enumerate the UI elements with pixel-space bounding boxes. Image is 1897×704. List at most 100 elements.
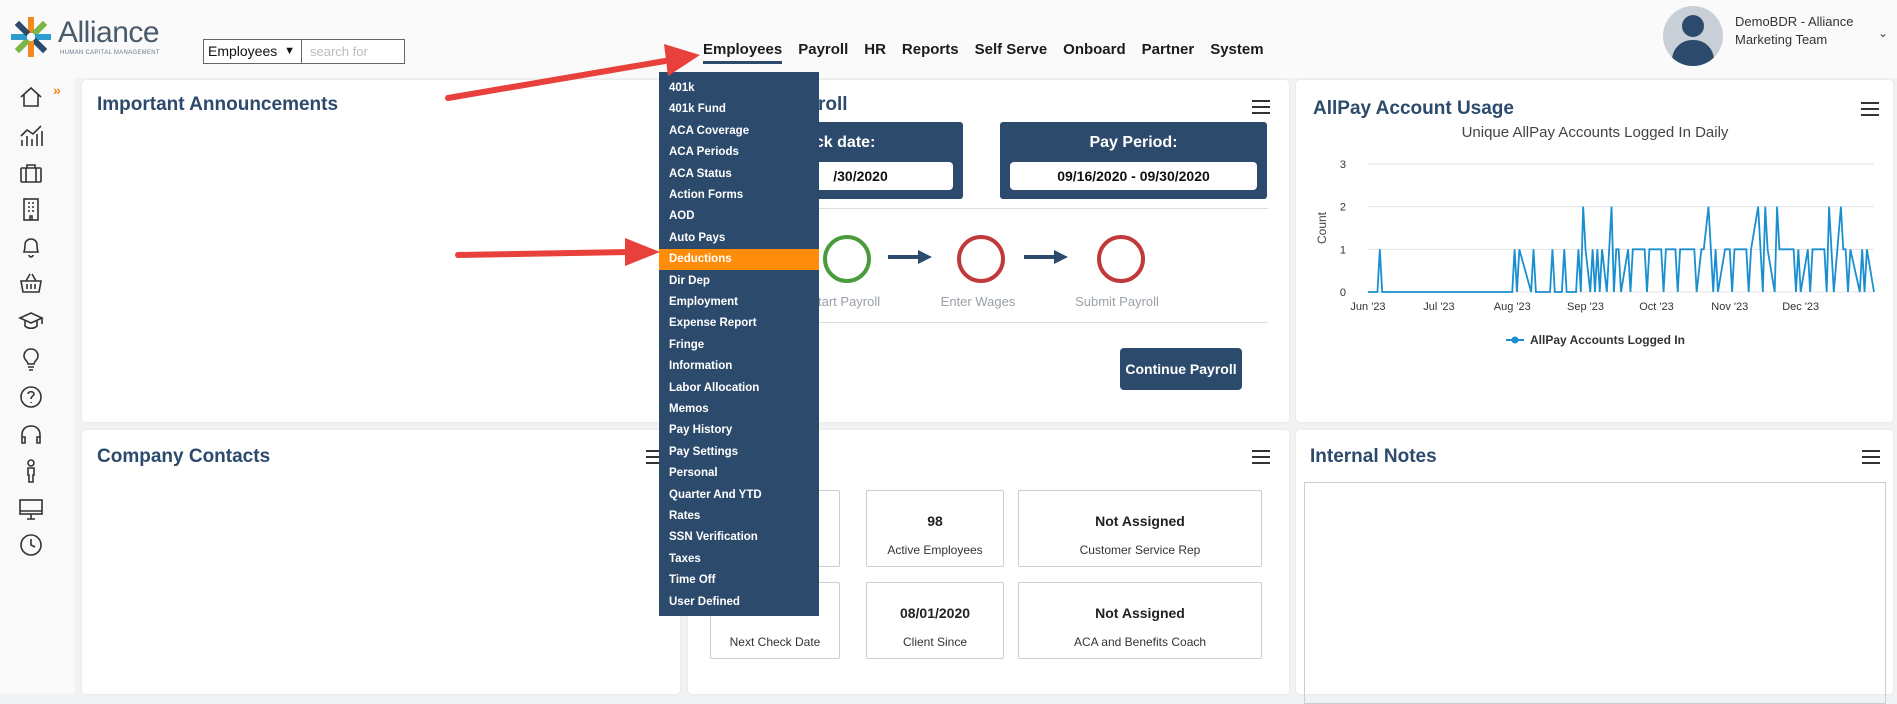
payroll-menu-icon[interactable]	[1252, 100, 1270, 118]
dropdown-item-deductions[interactable]: Deductions	[659, 249, 819, 271]
stat-client-since: 08/01/2020 Client Since	[866, 582, 1004, 659]
graduation-cap-icon[interactable]	[18, 308, 44, 334]
dropdown-item-aca-status[interactable]: ACA Status	[659, 164, 819, 185]
nav-partner[interactable]: Partner	[1142, 41, 1195, 64]
stat-value: 08/01/2020	[899, 605, 971, 621]
dropdown-item-taxes[interactable]: Taxes	[659, 549, 819, 570]
logo-text: Alliance	[58, 16, 160, 49]
clock-icon[interactable]	[18, 532, 44, 558]
stat-active-employees: 98 Active Employees	[866, 490, 1004, 567]
dropdown-item-labor-allocation[interactable]: Labor Allocation	[659, 378, 819, 399]
dropdown-item-pay-settings[interactable]: Pay Settings	[659, 442, 819, 463]
notes-menu-icon[interactable]	[1862, 450, 1880, 468]
nav-payroll[interactable]: Payroll	[798, 41, 848, 64]
usage-line-chart: 0 1 2 3 Count Jun '23 Jul '23 Aug '23 Sep '23 Oct…	[1315, 159, 1875, 347]
dropdown-item-information[interactable]: Information	[659, 356, 819, 377]
dropdown-item-personal[interactable]: Personal	[659, 463, 819, 484]
divider	[808, 208, 1268, 209]
dropdown-item-ssn-verification[interactable]: SSN Verification	[659, 527, 819, 548]
step-start-payroll-label: tart Payroll	[818, 294, 881, 309]
divider	[808, 322, 1268, 323]
step-submit-payroll-circle[interactable]	[1097, 235, 1145, 283]
dropdown-item-rates[interactable]: Rates	[659, 506, 819, 527]
pay-period-label: Pay Period:	[1089, 134, 1178, 151]
continue-payroll-button[interactable]: Continue Payroll	[1120, 348, 1242, 390]
home-icon[interactable]	[18, 84, 44, 110]
top-header: Alliance HUMAN CAPITAL MANAGEMENT Employ…	[0, 0, 1897, 78]
dropdown-item-employment[interactable]: Employment	[659, 292, 819, 313]
usage-menu-icon[interactable]	[1861, 102, 1879, 120]
y-tick-label: 1	[1340, 244, 1346, 256]
pay-period-box: Pay Period: 09/16/2020 - 09/30/2020	[1000, 122, 1267, 199]
nav-system[interactable]: System	[1210, 41, 1263, 64]
chevron-down-icon[interactable]: ⌄	[1878, 26, 1888, 40]
help-icon[interactable]	[18, 384, 44, 410]
stat-value: 98	[927, 513, 943, 529]
expand-sidebar-icon[interactable]: »	[53, 82, 61, 98]
dropdown-item-auto-pays[interactable]: Auto Pays	[659, 228, 819, 249]
dropdown-item-pay-history[interactable]: Pay History	[659, 420, 819, 441]
stat-value: Not Assigned	[1095, 513, 1185, 529]
nav-hr[interactable]: HR	[864, 41, 886, 64]
basket-icon[interactable]	[18, 270, 44, 296]
y-tick-label: 0	[1340, 287, 1346, 299]
dropdown-item-dir-dep[interactable]: Dir Dep	[659, 271, 819, 292]
lightbulb-icon[interactable]	[18, 346, 44, 372]
chevron-down-icon: ▼	[284, 45, 295, 57]
y-tick-label: 2	[1340, 202, 1346, 214]
dropdown-item-memos[interactable]: Memos	[659, 399, 819, 420]
dropdown-item-time-off[interactable]: Time Off	[659, 570, 819, 591]
step-enter-wages-circle[interactable]	[957, 235, 1005, 283]
dropdown-item-action-forms[interactable]: Action Forms	[659, 185, 819, 206]
dropdown-item-fringe[interactable]: Fringe	[659, 335, 819, 356]
avatar-body	[1672, 40, 1714, 66]
stat-customer-service-rep: Not Assigned Customer Service Rep	[1018, 490, 1262, 567]
dropdown-item-user-defined[interactable]: User Defined	[659, 592, 819, 613]
x-tick-label: Jun '23	[1350, 301, 1385, 313]
x-tick-label: Nov '23	[1711, 301, 1748, 313]
dropdown-item-expense-report[interactable]: Expense Report	[659, 313, 819, 334]
x-tick-label: Sep '23	[1567, 301, 1604, 313]
nav-employees[interactable]: Employees	[703, 41, 783, 64]
stat-aca-benefits-coach: Not Assigned ACA and Benefits Coach	[1018, 582, 1262, 659]
person-icon[interactable]	[18, 458, 44, 484]
legend-label: AllPay Accounts Logged In	[1530, 333, 1685, 347]
nav-reports[interactable]: Reports	[902, 41, 959, 64]
dropdown-item-aca-coverage[interactable]: ACA Coverage	[659, 121, 819, 142]
x-tick-label: Aug '23	[1494, 301, 1531, 313]
x-tick-label: Dec '23	[1782, 301, 1819, 313]
contacts-card: Company Contacts	[82, 430, 680, 694]
alliance-logo[interactable]: Alliance HUMAN CAPITAL MANAGEMENT	[8, 10, 163, 60]
nav-self-serve[interactable]: Self Serve	[975, 41, 1048, 64]
y-axis-label: Count	[1315, 211, 1329, 244]
dropdown-item-401k-fund[interactable]: 401k Fund	[659, 99, 819, 120]
dropdown-item-quarter-and-ytd[interactable]: Quarter And YTD	[659, 485, 819, 506]
briefcase-icon[interactable]	[18, 160, 44, 186]
building-icon[interactable]	[18, 196, 44, 222]
notes-card: Internal Notes	[1296, 430, 1893, 704]
analytics-icon[interactable]	[18, 122, 44, 148]
stats-menu-icon[interactable]	[1252, 450, 1270, 468]
announcements-card: Important Announcements	[82, 80, 680, 422]
dropdown-item-401k[interactable]: 401k	[659, 78, 819, 99]
pay-period-value: 09/16/2020 - 09/30/2020	[1010, 162, 1257, 190]
headset-icon[interactable]	[18, 422, 44, 448]
dropdown-item-aod[interactable]: AOD	[659, 206, 819, 227]
user-menu[interactable]: DemoBDR - Alliance Marketing Team	[1735, 13, 1854, 49]
bell-icon[interactable]	[18, 234, 44, 260]
user-name-line1: DemoBDR - Alliance	[1735, 14, 1854, 29]
announcements-title: Important Announcements	[97, 94, 339, 115]
step-enter-wages-label: Enter Wages	[940, 294, 1016, 309]
nav-onboard[interactable]: Onboard	[1063, 41, 1126, 64]
search-input[interactable]: search for	[302, 39, 405, 64]
avatar[interactable]	[1663, 6, 1723, 66]
notes-textarea[interactable]	[1304, 482, 1886, 704]
search-category-select[interactable]: Employees ▼	[203, 39, 302, 64]
dropdown-item-aca-periods[interactable]: ACA Periods	[659, 142, 819, 163]
step-start-payroll-circle[interactable]	[823, 235, 871, 283]
contacts-title: Company Contacts	[97, 446, 271, 467]
desktop-icon[interactable]	[18, 496, 44, 522]
y-tick-label: 3	[1340, 159, 1346, 171]
chart-title: Unique AllPay Accounts Logged In Daily	[1461, 124, 1729, 141]
step-submit-payroll-label: Submit Payroll	[1075, 294, 1159, 309]
